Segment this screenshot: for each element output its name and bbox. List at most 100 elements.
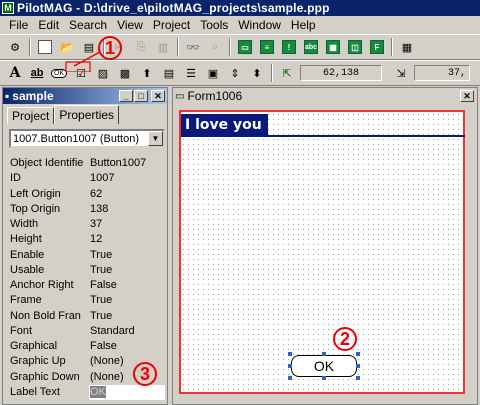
toolbar-separator	[271, 64, 273, 82]
field-tool-icon[interactable]: ab	[26, 63, 48, 83]
label-text-input[interactable]: OK	[89, 384, 165, 400]
scrollbar-tool-icon[interactable]: ⬍	[246, 63, 268, 83]
toolbar-separator	[177, 38, 179, 56]
build-icon[interactable]: ⚙	[4, 37, 26, 57]
position-readout: 62,138	[300, 65, 382, 81]
find-icon[interactable]: 👓	[182, 37, 204, 57]
string-resource-icon[interactable]: abc	[300, 37, 322, 57]
icon-resource-icon[interactable]: ◫	[344, 37, 366, 57]
tab-project[interactable]: Project	[7, 107, 55, 124]
property-value[interactable]: 12	[89, 232, 165, 247]
selection-handle[interactable]	[356, 376, 360, 380]
chevron-down-icon[interactable]: ▼	[148, 131, 163, 146]
property-value[interactable]: True	[89, 309, 165, 324]
app-title-bar: M PilotMAG - D:\drive_e\pilotMAG_project…	[0, 0, 480, 16]
selection-handle[interactable]	[322, 352, 326, 356]
property-name: Graphic Up	[10, 355, 66, 368]
panel-icon: ▪	[5, 89, 10, 103]
form-window-title: Form1006	[187, 89, 243, 103]
tab-properties[interactable]: Properties	[54, 105, 120, 124]
menu-help[interactable]: Help	[286, 18, 321, 32]
property-row[interactable]: Usable True	[9, 263, 165, 278]
size-icon: ⇲	[396, 67, 406, 80]
property-value[interactable]: 1007	[89, 171, 165, 186]
property-row[interactable]: Width 37	[9, 217, 165, 232]
property-row[interactable]: Label Text OK	[9, 384, 165, 400]
position-icon: ⇱	[282, 67, 292, 80]
property-value[interactable]: True	[89, 248, 165, 263]
property-value[interactable]: False	[89, 339, 165, 354]
app-icon: M	[2, 2, 14, 14]
property-value[interactable]: False	[89, 278, 165, 293]
font-resource-icon[interactable]: F	[366, 37, 388, 57]
selection-handle[interactable]	[288, 376, 292, 380]
property-name: Top Origin	[10, 202, 61, 215]
property-name: Graphic Down	[10, 370, 80, 383]
property-row[interactable]: Enable True	[9, 248, 165, 263]
form-window-icon: ▭	[175, 90, 185, 102]
property-row[interactable]: ID 1007	[9, 171, 165, 186]
grid-icon[interactable]: ▦	[396, 37, 418, 57]
form-resource-icon[interactable]: ▭	[234, 37, 256, 57]
property-row[interactable]: Anchor Right False	[9, 278, 165, 293]
object-selector[interactable]: 1007.Button1007 (Button) ▼	[9, 129, 165, 148]
property-name: Height	[10, 233, 42, 246]
property-value[interactable]: 37	[89, 217, 165, 232]
property-row[interactable]: Top Origin 138	[9, 202, 165, 217]
close-icon[interactable]: ✕	[460, 90, 474, 102]
selector-tool-icon[interactable]: ⇕	[224, 63, 246, 83]
property-row[interactable]: Font Standard	[9, 324, 165, 339]
property-row[interactable]: Left Origin 62	[9, 187, 165, 202]
form-canvas[interactable]: I love you OK	[179, 110, 465, 394]
project-panel-title: sample	[12, 89, 54, 103]
property-name: ID	[10, 172, 21, 185]
property-row[interactable]: Object Identifie Button1007	[9, 156, 165, 171]
property-row[interactable]: Non Bold Fran True	[9, 309, 165, 324]
selection-handle[interactable]	[288, 352, 292, 356]
property-value[interactable]: 138	[89, 202, 165, 217]
find-next-icon[interactable]: ⌕	[204, 37, 226, 57]
repeat-button-tool-icon[interactable]: ⬆	[136, 63, 158, 83]
new-file-icon[interactable]	[34, 37, 56, 57]
popup-tool-icon[interactable]: ▣	[202, 63, 224, 83]
table-tool-icon[interactable]: ▤	[158, 63, 180, 83]
label-tool-icon[interactable]: A	[4, 63, 26, 83]
selection-handle[interactable]	[288, 364, 292, 368]
menu-window[interactable]: Window	[233, 18, 286, 32]
minimize-icon[interactable]: _	[119, 90, 133, 102]
property-value[interactable]: Button1007	[89, 156, 165, 171]
copy-icon[interactable]: ⎘	[130, 37, 152, 57]
menu-search[interactable]: Search	[64, 18, 112, 32]
property-value[interactable]: True	[89, 293, 165, 308]
property-value[interactable]: True	[89, 263, 165, 278]
menu-bar: File Edit Search View Project Tools Wind…	[0, 16, 480, 34]
menu-file[interactable]: File	[4, 18, 33, 32]
callout-1-pointer	[65, 51, 101, 72]
form-title-bar[interactable]: I love you	[181, 114, 465, 137]
property-row[interactable]: Graphical False	[9, 339, 165, 354]
selection-handle[interactable]	[356, 364, 360, 368]
selection-handle[interactable]	[356, 352, 360, 356]
close-icon[interactable]: ✕	[151, 90, 165, 102]
paste-icon[interactable]: ▥	[152, 37, 174, 57]
property-value[interactable]: 62	[89, 187, 165, 202]
property-value[interactable]: Standard	[89, 324, 165, 339]
ok-button[interactable]: OK	[291, 355, 357, 377]
property-name: Frame	[10, 294, 42, 307]
gadget-tool-icon[interactable]: ▩	[114, 63, 136, 83]
menu-project[interactable]: Project	[148, 18, 195, 32]
property-row[interactable]: Frame True	[9, 293, 165, 308]
bitmap-resource-icon[interactable]: ▦	[322, 37, 344, 57]
size-readout: 37,	[414, 65, 470, 81]
property-name: Width	[10, 218, 39, 230]
menu-resource-icon[interactable]: ≡	[256, 37, 278, 57]
property-row[interactable]: Height 12	[9, 232, 165, 247]
menu-tools[interactable]: Tools	[195, 18, 233, 32]
menu-view[interactable]: View	[112, 18, 148, 32]
selection-handle[interactable]	[322, 376, 326, 380]
alert-resource-icon[interactable]: !	[278, 37, 300, 57]
maximize-icon[interactable]: □	[134, 90, 148, 102]
menu-edit[interactable]: Edit	[33, 18, 64, 32]
property-name: Anchor Right	[10, 279, 74, 291]
list-tool-icon[interactable]: ☰	[180, 63, 202, 83]
